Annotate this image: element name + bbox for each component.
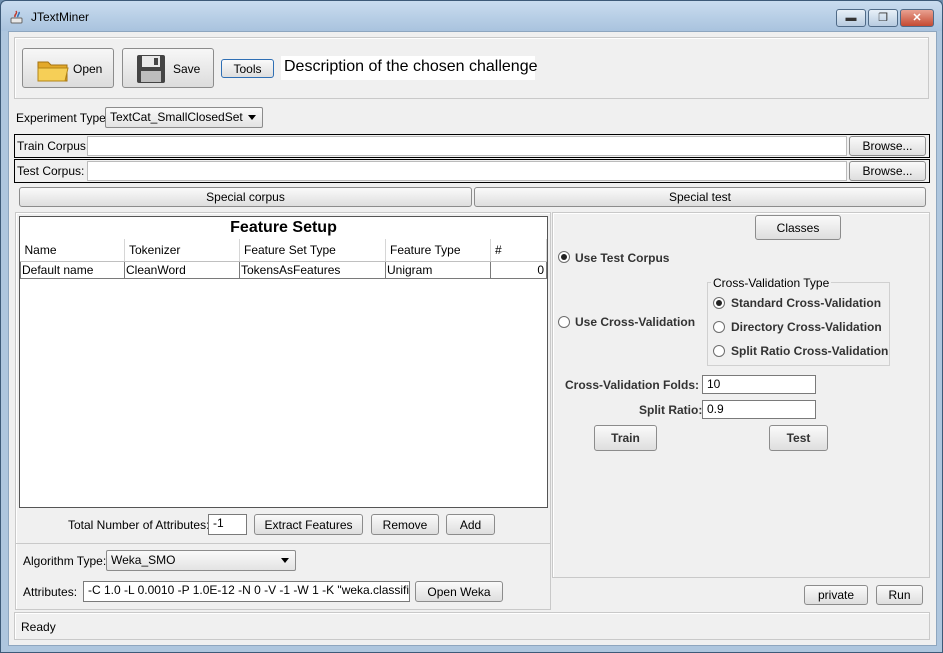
split-ratio-cv-label[interactable]: Split Ratio Cross-Validation [731,344,888,358]
experiment-type-select[interactable]: TextCat_SmallClosedSet [105,107,263,128]
algorithm-type-select[interactable]: Weka_SMO [106,550,296,571]
maximize-button[interactable]: ❐ [868,9,898,27]
status-text: Ready [21,620,56,634]
column-header-feature-type[interactable]: Feature Type [385,239,491,262]
use-cross-validation-radio[interactable] [558,316,570,328]
open-weka-button[interactable]: Open Weka [415,581,503,602]
feature-setup-box: Feature Setup Name Tokenizer Feature Set… [19,216,548,508]
minimize-button[interactable]: ▬ [836,9,866,27]
evaluation-panel [552,212,930,578]
test-button[interactable]: Test [769,425,828,451]
column-header-name[interactable]: Name [20,239,125,262]
divider [15,543,551,544]
folds-label: Cross-Validation Folds: [565,378,700,392]
chevron-down-icon [248,115,256,120]
test-browse-button[interactable]: Browse... [849,161,926,181]
open-label: Open [73,62,103,76]
private-button[interactable]: private [804,585,868,605]
directory-cv-label[interactable]: Directory Cross-Validation [731,320,882,334]
cell-feature-set-type[interactable]: TokensAsFeatures [239,260,386,279]
use-test-corpus-radio[interactable] [558,251,570,263]
column-header-count[interactable]: # [490,239,547,262]
floppy-disk-icon [137,55,165,83]
feature-table: Name Tokenizer Feature Set Type Feature … [20,239,547,279]
add-button[interactable]: Add [446,514,495,535]
save-button[interactable]: Save [122,48,214,88]
folder-icon [37,61,69,82]
java-app-icon [10,10,23,24]
train-corpus-input[interactable] [87,136,847,156]
title-bar: JTextMiner ▬ ❐ ✕ [1,1,942,31]
save-label: Save [173,62,201,76]
standard-cv-label[interactable]: Standard Cross-Validation [731,296,881,310]
feature-setup-title: Feature Setup [230,219,337,236]
split-ratio-input[interactable]: 0.9 [702,400,816,419]
experiment-type-label: Experiment Type: [16,111,110,125]
chevron-down-icon [281,558,289,563]
close-button[interactable]: ✕ [900,9,934,27]
folds-input[interactable]: 10 [702,375,816,394]
use-cross-validation-label[interactable]: Use Cross-Validation [575,315,695,329]
client-area: Open Save Tools Description of the chose… [8,31,937,646]
challenge-description: Description of the chosen challenge [281,56,538,80]
total-attributes-field: -1 [208,514,247,535]
special-test-button[interactable]: Special test [474,187,926,207]
window-title: JTextMiner [31,10,90,24]
app-window: JTextMiner ▬ ❐ ✕ Open Save Tools Descrip… [0,0,943,653]
special-corpus-button[interactable]: Special corpus [19,187,472,207]
train-corpus-label: Train Corpus: [17,139,90,153]
open-button[interactable]: Open [22,48,114,88]
algorithm-type-label: Algorithm Type: [23,554,107,568]
cell-count[interactable]: 0 [490,260,547,279]
remove-button[interactable]: Remove [371,514,439,535]
cell-name[interactable]: Default name [20,260,125,279]
classes-button[interactable]: Classes [755,215,841,240]
split-ratio-cv-radio[interactable] [713,345,725,357]
attributes-input[interactable]: -C 1.0 -L 0.0010 -P 1.0E-12 -N 0 -V -1 -… [83,581,410,602]
directory-cv-radio[interactable] [713,321,725,333]
attributes-label: Attributes: [23,585,78,599]
run-button[interactable]: Run [876,585,923,605]
train-button[interactable]: Train [594,425,657,451]
train-browse-button[interactable]: Browse... [849,136,926,156]
test-corpus-label: Test Corpus: [17,164,85,178]
column-header-feature-set-type[interactable]: Feature Set Type [239,239,386,262]
use-test-corpus-label[interactable]: Use Test Corpus [575,251,669,265]
extract-features-button[interactable]: Extract Features [254,514,363,535]
test-corpus-input[interactable] [87,161,847,181]
cv-type-title: Cross-Validation Type [711,276,832,290]
feature-table-header: Name Tokenizer Feature Set Type Feature … [20,239,547,262]
cell-tokenizer[interactable]: CleanWord [124,260,240,279]
cell-feature-type[interactable]: Unigram [385,260,491,279]
algorithm-type-value: Weka_SMO [111,553,176,567]
total-attributes-label: Total Number of Attributes: [68,518,210,532]
split-ratio-label: Split Ratio: [639,403,703,417]
experiment-type-value: TextCat_SmallClosedSet [110,110,243,124]
standard-cv-radio[interactable] [713,297,725,309]
status-bar [14,612,930,640]
table-row[interactable]: Default name CleanWord TokensAsFeatures … [20,260,547,279]
column-header-tokenizer[interactable]: Tokenizer [124,239,240,262]
tools-button[interactable]: Tools [221,59,274,78]
